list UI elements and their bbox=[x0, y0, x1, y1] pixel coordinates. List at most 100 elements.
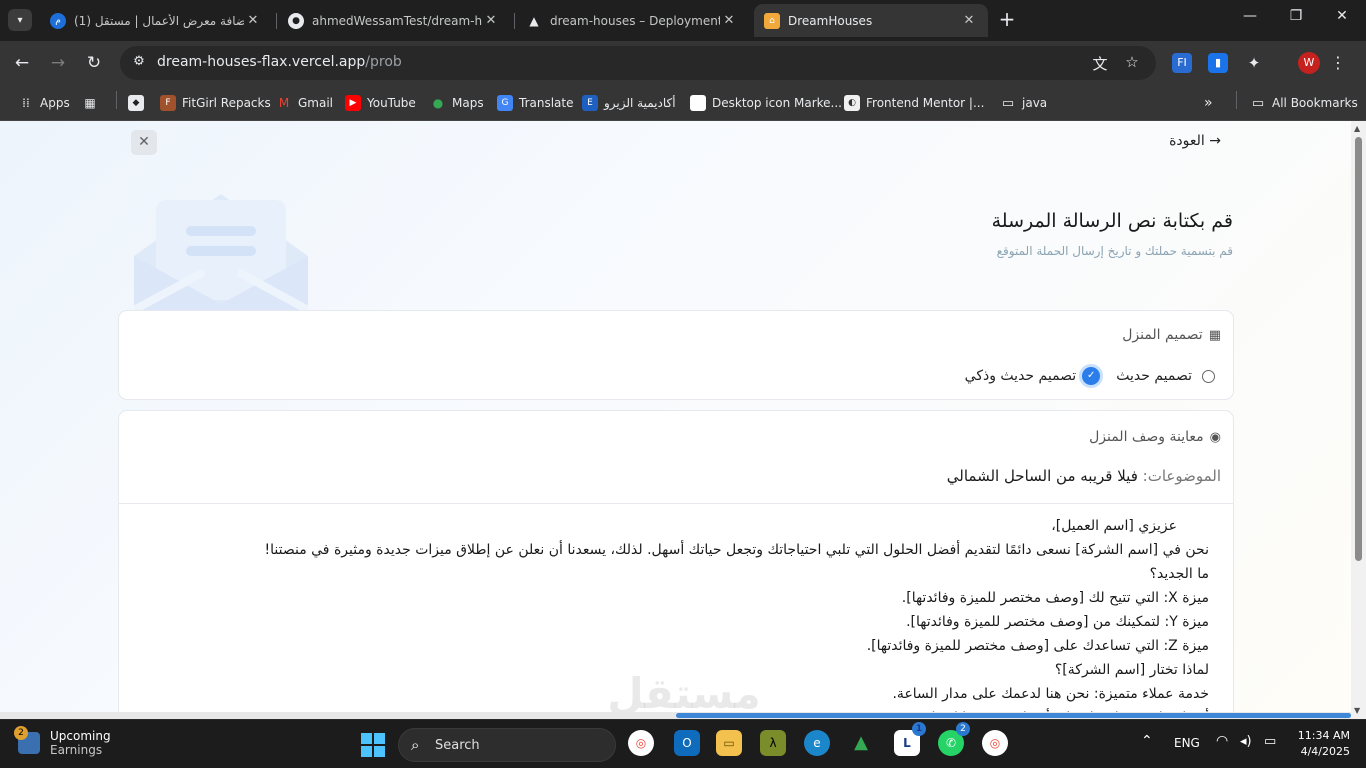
language-indicator[interactable]: ENG bbox=[1174, 736, 1200, 750]
letter-line: ميزة X: التي تتيح لك [وصف مختصر للميزة و… bbox=[901, 590, 1209, 606]
volume-icon[interactable]: ◂) bbox=[1240, 734, 1252, 749]
extension-clipboard-icon[interactable]: ▮ bbox=[1208, 53, 1228, 73]
windows-taskbar: 2 Upcoming Earnings ⌕ Search ◎ O ▭ λ e ▲… bbox=[0, 719, 1366, 768]
divider bbox=[119, 503, 1233, 504]
calendar-icon: ▦ bbox=[1208, 327, 1221, 343]
horizontal-scrollbar[interactable] bbox=[0, 712, 1351, 719]
bookmark-gmail[interactable]: M Gmail bbox=[276, 93, 333, 113]
scroll-up-icon[interactable]: ▲ bbox=[1354, 124, 1360, 133]
tab-vercel[interactable]: ▲ dream-houses – Deployment Overview ✕ bbox=[516, 4, 748, 37]
lexicon-app-icon[interactable]: L1 bbox=[894, 722, 926, 756]
bookmarks-overflow-icon[interactable]: » bbox=[1204, 93, 1213, 113]
browser-toolbar: ← → ↻ ⚙ dream-houses-flax.vercel.app/pro… bbox=[0, 41, 1366, 85]
bookmark-translate[interactable]: G Translate bbox=[497, 93, 574, 113]
tab-title: (1) إضافة معرض الأعمال | مستقل bbox=[74, 13, 244, 28]
widgets-button[interactable]: 2 Upcoming Earnings bbox=[14, 726, 111, 757]
bookmark-star-icon[interactable]: ☆ bbox=[1122, 53, 1142, 73]
taskbar-search[interactable]: ⌕ Search bbox=[398, 728, 616, 762]
close-tab-icon[interactable]: ✕ bbox=[482, 13, 500, 28]
back-link[interactable]: → العودة bbox=[1169, 133, 1221, 149]
more-menu-icon[interactable]: ⋮ bbox=[1330, 52, 1346, 74]
tab-title: ahmedWessamTest/dream-houses bbox=[312, 13, 482, 28]
url-text[interactable]: dream-houses-flax.vercel.app/prob bbox=[157, 54, 402, 70]
horizontal-scrollbar-thumb[interactable] bbox=[676, 713, 1351, 718]
page-content: ✕ → العودة قم بكتابة نص الرسالة المرسلة … bbox=[0, 121, 1351, 719]
translate-page-icon[interactable]: 文 bbox=[1090, 53, 1110, 73]
file-explorer-icon[interactable]: ▭ bbox=[716, 730, 742, 756]
new-tab-button[interactable]: + bbox=[996, 8, 1018, 32]
radio-unchecked[interactable] bbox=[1202, 369, 1215, 383]
tab-title: dream-houses – Deployment Overview bbox=[550, 13, 720, 28]
envelope-illustration bbox=[134, 194, 308, 310]
chrome-icon[interactable]: ◎ bbox=[628, 730, 654, 756]
maps-pin-icon: ● bbox=[432, 96, 444, 110]
all-bookmarks[interactable]: ▭ All Bookmarks bbox=[1250, 93, 1358, 113]
outlook-icon[interactable]: O bbox=[674, 730, 700, 756]
letter-line: ميزة Y: لتمكينك من [وصف مختصر للميزة وفا… bbox=[906, 614, 1209, 630]
lambda-app-icon[interactable]: λ bbox=[760, 730, 786, 756]
radio-checked-icon[interactable]: ✓ bbox=[1082, 367, 1101, 385]
battery-icon[interactable]: ▭ bbox=[1264, 734, 1276, 749]
tab-separator bbox=[514, 13, 515, 29]
tray-overflow-icon[interactable]: ⌃ bbox=[1141, 733, 1153, 749]
bookmark-java-folder[interactable]: ▭ java bbox=[1000, 93, 1047, 113]
google-drive-icon[interactable]: ▲ bbox=[848, 730, 874, 756]
extensions-puzzle-icon[interactable]: ✦ bbox=[1244, 53, 1264, 73]
design-options: تصميم حديث ✓ تصميم حديث وذكي bbox=[965, 367, 1215, 385]
back-icon[interactable]: ← bbox=[10, 51, 34, 75]
bookmark-frontend-mentor[interactable]: ◐ Frontend Mentor |... bbox=[844, 93, 984, 113]
tab-search-button[interactable]: ▾ bbox=[8, 9, 32, 31]
extension-fi-icon[interactable]: FI bbox=[1172, 53, 1192, 73]
mostaql-icon: م bbox=[50, 12, 66, 29]
system-clock[interactable]: 11:34 AM 4/4/2025 bbox=[1290, 728, 1350, 760]
house-design-card: ▦ تصميم المنزل تصميم حديث ✓ تصميم حديث و… bbox=[118, 310, 1234, 400]
bookmark-youtube[interactable]: ▶ YouTube bbox=[345, 93, 416, 113]
topics-line: الموضوعات: فيلا قريبه من الساحل الشمالي bbox=[946, 467, 1221, 485]
vertical-scrollbar[interactable]: ▲ ▼ bbox=[1351, 121, 1366, 719]
tab-dreamhouses[interactable]: ⌂ DreamHouses ✕ bbox=[754, 4, 988, 37]
window-close-icon[interactable]: ✕ bbox=[1322, 8, 1362, 24]
site-info-icon[interactable]: ⚙ bbox=[130, 54, 148, 72]
whatsapp-icon[interactable]: ✆ 2 bbox=[938, 722, 970, 756]
restore-icon[interactable]: ❐ bbox=[1276, 8, 1316, 24]
bookmark-zero-academy[interactable]: E أكاديمية الزيرو bbox=[582, 93, 676, 113]
bookmark-grid[interactable]: ▦ bbox=[82, 93, 104, 113]
profile-avatar[interactable]: W bbox=[1298, 52, 1320, 74]
bookmark-desktop-icon[interactable]: Desktop icon Marke... bbox=[690, 93, 842, 113]
page-icon bbox=[690, 95, 706, 111]
edge-icon[interactable]: e bbox=[804, 730, 830, 756]
preview-heading: ◉ معاينة وصف المنزل bbox=[1089, 429, 1221, 445]
folder-icon: ▭ bbox=[1251, 95, 1265, 111]
frontend-mentor-icon: ◐ bbox=[844, 95, 860, 111]
close-tab-icon[interactable]: ✕ bbox=[960, 13, 978, 28]
bookmark-fitgirl[interactable]: F FitGirl Repacks bbox=[160, 93, 271, 113]
forward-icon[interactable]: → bbox=[46, 51, 70, 75]
tab-mostaql[interactable]: م (1) إضافة معرض الأعمال | مستقل ✕ bbox=[40, 4, 272, 37]
eye-icon: ◉ bbox=[1209, 429, 1221, 445]
close-tab-icon[interactable]: ✕ bbox=[720, 13, 738, 28]
close-icon[interactable]: ✕ bbox=[131, 130, 157, 155]
house-design-heading: ▦ تصميم المنزل bbox=[1122, 327, 1221, 343]
windows-start-icon[interactable] bbox=[361, 733, 385, 757]
news-icon: 2 bbox=[14, 726, 40, 754]
tab-github[interactable]: ● ahmedWessamTest/dream-houses ✕ bbox=[278, 4, 510, 37]
tab-bar: ▾ م (1) إضافة معرض الأعمال | مستقل ✕ ● a… bbox=[0, 0, 1366, 41]
bookmark-maps[interactable]: ● Maps bbox=[430, 93, 484, 113]
bookmark-roblox[interactable]: ◆ bbox=[128, 93, 150, 113]
grid-icon: ▦ bbox=[84, 96, 96, 110]
address-bar[interactable]: ⚙ dream-houses-flax.vercel.app/prob 文 ☆ bbox=[120, 46, 1156, 80]
chrome-profile-icon[interactable]: ◎ bbox=[982, 730, 1008, 756]
wifi-icon[interactable]: ◠ bbox=[1216, 733, 1228, 749]
option-modern-design[interactable]: تصميم حديث bbox=[1116, 368, 1215, 384]
page-title: قم بكتابة نص الرسالة المرسلة bbox=[991, 210, 1233, 232]
roblox-icon: ◆ bbox=[128, 95, 144, 111]
bookmark-apps[interactable]: ⁞⁞ Apps bbox=[18, 93, 70, 113]
minimize-icon[interactable]: — bbox=[1230, 8, 1270, 24]
scroll-down-icon[interactable]: ▼ bbox=[1354, 706, 1360, 715]
option-modern-smart-design[interactable]: ✓ تصميم حديث وذكي bbox=[965, 367, 1101, 385]
dreamhouses-icon: ⌂ bbox=[764, 12, 780, 29]
close-tab-icon[interactable]: ✕ bbox=[244, 13, 262, 28]
letter-line: ما الجديد؟ bbox=[1149, 566, 1209, 582]
scrollbar-thumb[interactable] bbox=[1355, 137, 1362, 561]
reload-icon[interactable]: ↻ bbox=[82, 51, 106, 75]
